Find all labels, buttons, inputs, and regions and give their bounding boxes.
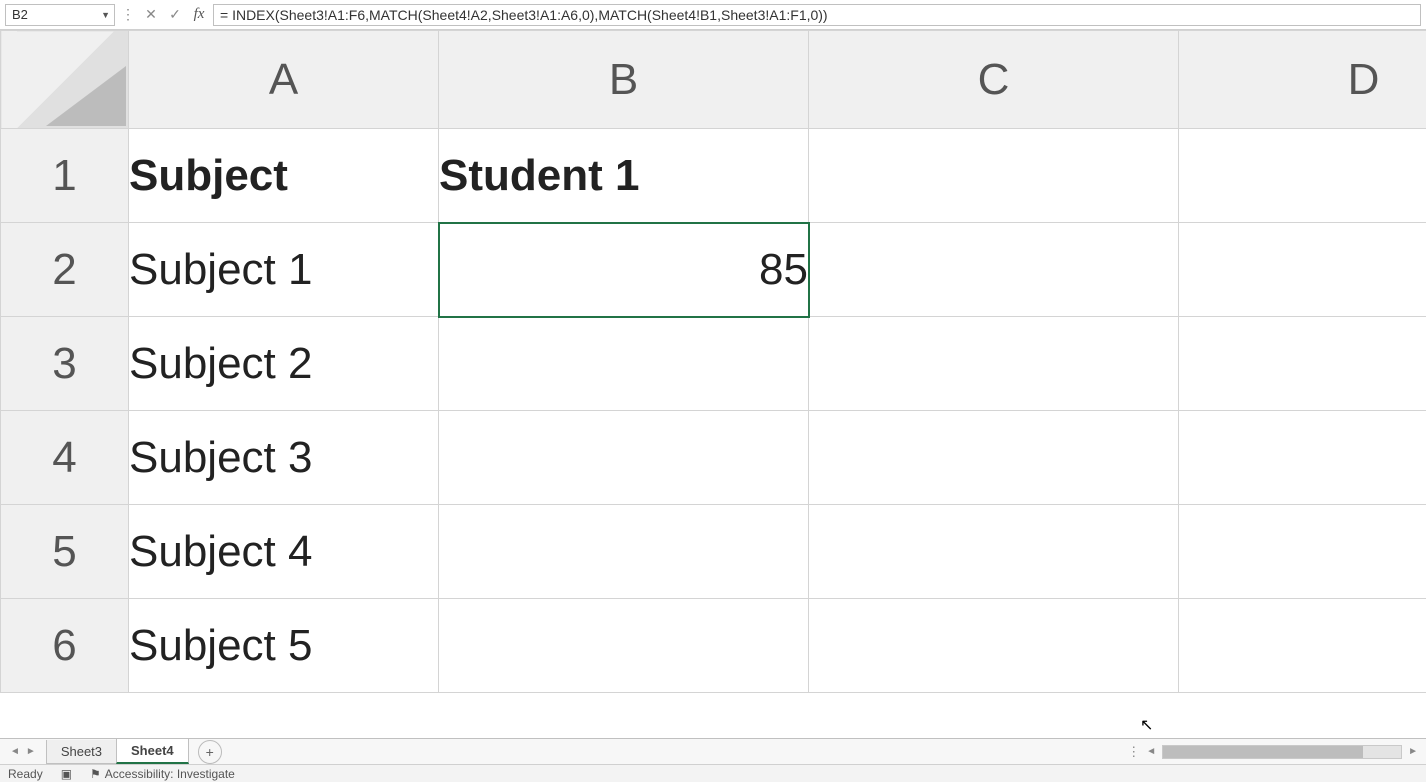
tab-sheet3[interactable]: Sheet3 <box>46 740 117 764</box>
column-header-b[interactable]: B <box>439 31 809 129</box>
accessibility-button[interactable]: ⚑ Accessibility: Investigate <box>90 767 235 781</box>
cell-a5[interactable]: Subject 4 <box>129 505 439 599</box>
row-label: 2 <box>52 245 76 294</box>
tab-label: Sheet3 <box>61 744 102 759</box>
row-header-5[interactable]: 5 <box>1 505 129 599</box>
tab-nav-next-icon[interactable]: ► <box>26 746 36 757</box>
cell-value: Subject 5 <box>129 621 312 670</box>
cell-value: Subject 1 <box>129 245 312 294</box>
column-header-c[interactable]: C <box>809 31 1179 129</box>
check-icon: ✓ <box>169 6 181 23</box>
cell-a2[interactable]: Subject 1 <box>129 223 439 317</box>
cell-value: Subject 4 <box>129 527 312 576</box>
select-all-corner[interactable] <box>1 31 129 129</box>
formula-bar: B2 ▼ ⋮ ✕ ✓ fx = INDEX(Sheet3!A1:F6,MATCH… <box>0 0 1426 30</box>
cell-d5[interactable] <box>1179 505 1426 599</box>
cancel-button[interactable]: ✕ <box>141 5 161 25</box>
scroll-left-icon[interactable]: ◄ <box>1146 746 1156 757</box>
cell-a3[interactable]: Subject 2 <box>129 317 439 411</box>
cell-b6[interactable] <box>439 599 809 693</box>
formula-input[interactable]: = INDEX(Sheet3!A1:F6,MATCH(Sheet4!A2,She… <box>213 4 1421 26</box>
row-header-2[interactable]: 2 <box>1 223 129 317</box>
cell-d4[interactable] <box>1179 411 1426 505</box>
cell-d3[interactable] <box>1179 317 1426 411</box>
name-box[interactable]: B2 ▼ <box>5 4 115 26</box>
cell-b5[interactable] <box>439 505 809 599</box>
formula-text: = INDEX(Sheet3!A1:F6,MATCH(Sheet4!A2,She… <box>220 7 828 23</box>
row-header-1[interactable]: 1 <box>1 129 129 223</box>
tab-nav-prev-icon[interactable]: ◄ <box>10 746 20 757</box>
row-label: 4 <box>52 433 76 482</box>
sheet-tabs: Sheet3 Sheet4 <box>46 739 188 764</box>
cell-value: 85 <box>759 245 808 294</box>
accessibility-label: Accessibility: Investigate <box>105 767 235 781</box>
tab-nav-buttons: ◄ ► <box>0 746 46 757</box>
select-all-triangle-icon <box>46 66 126 126</box>
plus-icon: + <box>206 744 214 760</box>
column-label: A <box>269 55 298 104</box>
chevron-down-icon[interactable]: ▼ <box>101 10 110 20</box>
cell-d1[interactable] <box>1179 129 1426 223</box>
row-label: 5 <box>52 527 76 576</box>
row-label: 1 <box>52 151 76 200</box>
tab-label: Sheet4 <box>131 743 174 758</box>
macro-record-icon[interactable]: ▣ <box>61 767 72 781</box>
spreadsheet-grid[interactable]: A B C D 1 Subject Student 1 2 Subject 1 … <box>0 30 1426 730</box>
cell-c4[interactable] <box>809 411 1179 505</box>
cell-value: Subject 2 <box>129 339 312 388</box>
column-header-d[interactable]: D <box>1179 31 1426 129</box>
column-label: C <box>978 55 1010 104</box>
cell-b1[interactable]: Student 1 <box>439 129 809 223</box>
tab-options-icon[interactable]: ⋮ <box>1127 744 1140 760</box>
row-header-3[interactable]: 3 <box>1 317 129 411</box>
cell-c2[interactable] <box>809 223 1179 317</box>
separator-icon: ⋮ <box>119 6 137 23</box>
tab-sheet4[interactable]: Sheet4 <box>116 739 189 764</box>
column-header-a[interactable]: A <box>129 31 439 129</box>
cell-c1[interactable] <box>809 129 1179 223</box>
cell-value: Subject 3 <box>129 433 312 482</box>
cell-b3[interactable] <box>439 317 809 411</box>
cell-c5[interactable] <box>809 505 1179 599</box>
name-box-value: B2 <box>12 7 28 22</box>
scrollbar-thumb[interactable] <box>1163 746 1363 758</box>
status-bar: Ready ▣ ⚑ Accessibility: Investigate <box>0 764 1426 782</box>
horizontal-scrollbar[interactable] <box>1162 745 1402 759</box>
cell-d2[interactable] <box>1179 223 1426 317</box>
x-icon: ✕ <box>145 6 157 23</box>
cell-a6[interactable]: Subject 5 <box>129 599 439 693</box>
cell-b2[interactable]: 85 <box>439 223 809 317</box>
cell-value: Subject <box>129 151 288 200</box>
scroll-right-icon[interactable]: ► <box>1408 746 1418 757</box>
new-sheet-button[interactable]: + <box>198 740 222 764</box>
column-label: D <box>1348 55 1380 104</box>
cell-d6[interactable] <box>1179 599 1426 693</box>
row-header-6[interactable]: 6 <box>1 599 129 693</box>
fx-icon: fx <box>194 6 205 23</box>
cell-value: Student 1 <box>439 151 639 200</box>
sheet-tab-strip: ◄ ► Sheet3 Sheet4 + ⋮ ◄ ► <box>0 738 1426 764</box>
cell-a4[interactable]: Subject 3 <box>129 411 439 505</box>
insert-function-button[interactable]: fx <box>189 5 209 25</box>
status-ready: Ready <box>8 767 43 781</box>
accessibility-icon: ⚑ <box>90 767 101 781</box>
cell-a1[interactable]: Subject <box>129 129 439 223</box>
cell-c3[interactable] <box>809 317 1179 411</box>
row-label: 3 <box>52 339 76 388</box>
row-header-4[interactable]: 4 <box>1 411 129 505</box>
column-label: B <box>609 55 638 104</box>
cell-b4[interactable] <box>439 411 809 505</box>
row-label: 6 <box>52 621 76 670</box>
enter-button[interactable]: ✓ <box>165 5 185 25</box>
cell-c6[interactable] <box>809 599 1179 693</box>
